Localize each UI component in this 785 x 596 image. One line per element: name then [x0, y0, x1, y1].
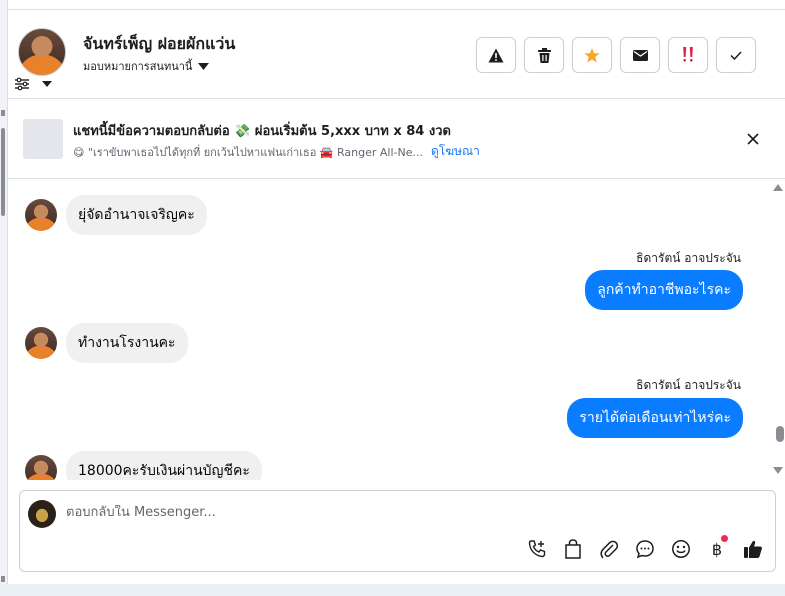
scroll-tick	[1, 576, 5, 582]
panel-scroll-grip[interactable]	[1, 128, 5, 216]
scroll-down-arrow[interactable]	[773, 467, 783, 474]
assign-conversation-dropdown[interactable]: มอบหมายการสนทนานี้	[83, 57, 210, 75]
urgent-button[interactable]	[668, 37, 708, 73]
assign-label: มอบหมายการสนทนานี้	[83, 60, 193, 73]
close-icon	[747, 133, 759, 145]
sliders-icon	[15, 77, 29, 91]
payment-button[interactable]: ฿	[705, 535, 729, 561]
contact-name[interactable]: จันทร์เพ็ญ ฝอยผักแว่น	[83, 32, 235, 57]
message-incoming: ทำงานโรงานคะ	[25, 323, 188, 363]
chevron-down-icon	[198, 62, 210, 70]
conversation-header: จันทร์เพ็ญ ฝอยผักแว่น มอบหมายการสนทนานี้	[8, 10, 785, 99]
contact-avatar[interactable]	[18, 28, 66, 76]
message-bubble-outgoing[interactable]: ลูกค้าทำอาชีพอะไรคะ	[585, 270, 743, 310]
message-list[interactable]: ยุ่จัดอำนาจเจริญคะ ธิดารัตน์ อาจประจัน ล…	[8, 180, 785, 480]
baht-icon: ฿	[711, 539, 723, 559]
check-icon	[730, 50, 742, 60]
call-button[interactable]	[525, 537, 549, 561]
phone-add-icon	[528, 540, 546, 558]
mark-unread-button[interactable]	[620, 37, 660, 73]
emoji-button[interactable]	[669, 537, 693, 561]
page-avatar	[28, 500, 56, 528]
shop-button[interactable]	[561, 537, 585, 561]
reply-input[interactable]	[66, 505, 666, 520]
message-bubble[interactable]: ยุ่จัดอำนาจเจริญคะ	[66, 195, 207, 235]
mark-done-button[interactable]	[716, 37, 756, 73]
delete-button[interactable]	[524, 37, 564, 73]
envelope-icon	[632, 49, 648, 61]
left-panel-edge	[0, 0, 8, 596]
scroll-up-arrow[interactable]	[773, 184, 783, 191]
message-bubble-outgoing[interactable]: รายได้ต่อเดือนเท่าไหร่คะ	[567, 398, 743, 438]
star-icon	[584, 47, 600, 62]
ad-subtitle: 😋 "เราขับพาเธอไปได้ทุกที่ ยกเว้นไปหาแฟนเ…	[73, 145, 423, 159]
message-incoming: 18000คะรับเงินผ่านบัญชีคะ	[25, 451, 262, 480]
report-button[interactable]	[476, 37, 516, 73]
chat-scrollbar[interactable]	[771, 180, 785, 480]
contact-avatar-small[interactable]	[25, 327, 57, 359]
bottom-strip	[0, 584, 785, 596]
message-incoming: ยุ่จัดอำนาจเจริญคะ	[25, 195, 207, 235]
message-composer: ฿	[19, 490, 776, 572]
sender-name: ธิดารัตน์ อาจประจัน	[636, 251, 741, 265]
chevron-down-icon	[42, 81, 52, 87]
message-bubble[interactable]: 18000คะรับเงินผ่านบัญชีคะ	[66, 451, 262, 480]
trash-icon	[537, 47, 551, 63]
scroll-thumb[interactable]	[776, 426, 784, 442]
contact-avatar-small[interactable]	[25, 199, 57, 231]
composer-tools: ฿	[525, 535, 765, 561]
ad-thumbnail[interactable]	[23, 119, 63, 159]
ad-subtitle-row: 😋 "เราขับพาเธอไปได้ทุกที่ ยกเว้นไปหาแฟนเ…	[73, 142, 480, 161]
notification-dot	[721, 535, 728, 542]
emoji-icon	[672, 540, 690, 558]
scroll-tick	[1, 110, 5, 116]
contact-avatar-small[interactable]	[25, 455, 57, 480]
like-button[interactable]	[741, 537, 765, 561]
thumbs-up-icon	[744, 540, 762, 558]
ad-title: แชทนี้มีข้อความตอบกลับต่อ 💸 ผ่อนเริ่มต้น…	[73, 124, 451, 139]
close-ad-button[interactable]	[743, 129, 763, 149]
saved-replies-button[interactable]	[633, 537, 657, 561]
chat-icon	[636, 540, 654, 559]
filter-dropdown[interactable]	[14, 76, 54, 92]
attach-button[interactable]	[597, 537, 621, 561]
bag-icon	[565, 539, 581, 559]
view-ad-link[interactable]: ดูโฆษณา	[431, 142, 480, 161]
ad-context-banner: แชทนี้มีข้อความตอบกลับต่อ 💸 ผ่อนเริ่มต้น…	[8, 100, 785, 179]
message-bubble[interactable]: ทำงานโรงานคะ	[66, 323, 188, 363]
sender-name: ธิดารัตน์ อาจประจัน	[636, 378, 741, 392]
urgent-icon	[683, 47, 693, 62]
warning-icon	[488, 48, 504, 62]
paperclip-icon	[600, 540, 618, 559]
header-toolbar	[476, 37, 756, 73]
star-button[interactable]	[572, 37, 612, 73]
